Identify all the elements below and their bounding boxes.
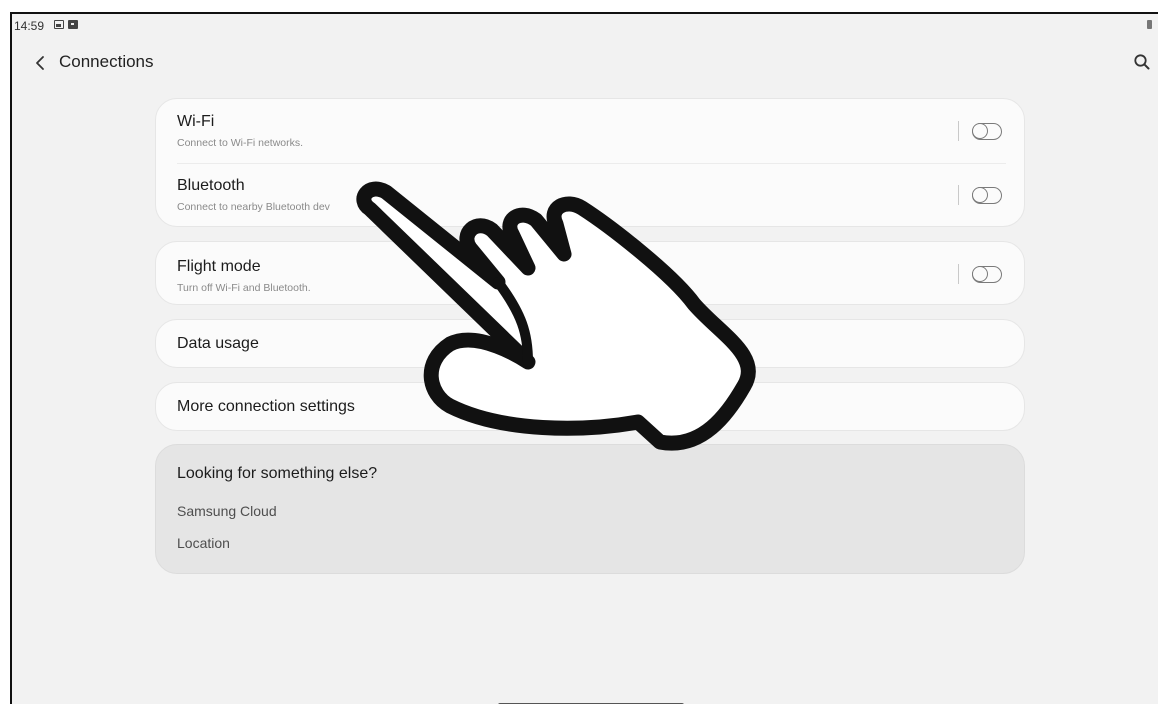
- toggle-knob: [972, 266, 988, 282]
- wifi-toggle[interactable]: [972, 123, 1002, 140]
- pointing-hand-icon: [356, 181, 756, 451]
- status-time: 14:59: [14, 19, 45, 33]
- gallery-notification-icon: [54, 20, 64, 29]
- chevron-left-icon[interactable]: [30, 52, 50, 74]
- flight-mode-subtitle: Turn off Wi-Fi and Bluetooth.: [177, 282, 311, 294]
- page-title: Connections: [59, 52, 154, 71]
- samsung-cloud-link[interactable]: Samsung Cloud: [177, 503, 277, 519]
- suggestions-title: Looking for something else?: [177, 465, 378, 482]
- row-divider: [958, 185, 959, 205]
- row-divider: [958, 264, 959, 284]
- data-usage-title: Data usage: [177, 335, 259, 352]
- app-bar: Connections: [12, 48, 1158, 78]
- battery-icon: [1147, 20, 1152, 29]
- wifi-title: Wi-Fi: [177, 113, 215, 130]
- bluetooth-title: Bluetooth: [177, 177, 245, 194]
- row-divider: [958, 121, 959, 141]
- more-connection-settings-title: More connection settings: [177, 398, 355, 415]
- search-icon[interactable]: [1132, 52, 1152, 72]
- flight-mode-title: Flight mode: [177, 258, 261, 275]
- bluetooth-toggle[interactable]: [972, 187, 1002, 204]
- app-notification-icon: [68, 20, 78, 29]
- bluetooth-subtitle: Connect to nearby Bluetooth dev: [177, 201, 330, 213]
- flight-mode-toggle[interactable]: [972, 266, 1002, 283]
- wifi-row[interactable]: Wi-Fi Connect to Wi-Fi networks.: [156, 99, 1024, 163]
- wifi-subtitle: Connect to Wi-Fi networks.: [177, 137, 304, 149]
- location-link[interactable]: Location: [177, 535, 230, 551]
- device-screen: 14:59 Connections Wi-Fi Connect to Wi-Fi…: [10, 12, 1158, 704]
- toggle-knob: [972, 123, 988, 139]
- toggle-knob: [972, 187, 988, 203]
- status-bar: 14:59: [12, 14, 1158, 36]
